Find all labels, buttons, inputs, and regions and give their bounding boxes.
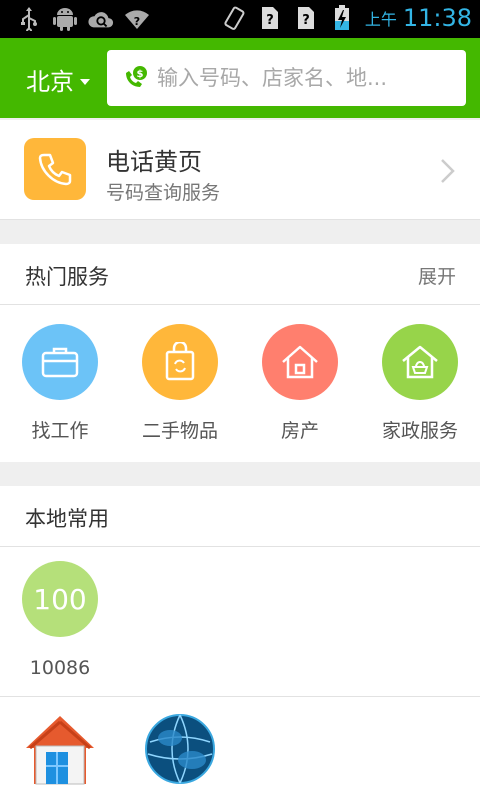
cloud-search-icon xyxy=(88,6,114,32)
chevron-right-icon xyxy=(441,159,455,183)
service-item-secondhand[interactable]: 二手物品 xyxy=(120,324,240,443)
android-icon xyxy=(52,6,78,32)
hot-services-section: 热门服务 展开 找工作 二手物品 房产 家政服务 xyxy=(0,244,480,462)
search-input[interactable] xyxy=(157,66,457,90)
local-common-title: 本地常用 xyxy=(25,507,109,531)
app-header: 北京 $ xyxy=(0,38,480,118)
service-grid: 找工作 二手物品 房产 家政服务 xyxy=(0,305,480,461)
city-label: 北京 xyxy=(26,68,74,96)
vibrate-icon xyxy=(221,5,247,31)
city-selector[interactable]: 北京 xyxy=(26,62,90,97)
globe-app-icon[interactable] xyxy=(144,712,216,786)
number-badge: 100 xyxy=(22,561,98,637)
service-item-jobs[interactable]: 找工作 xyxy=(0,324,120,443)
notification-icons: ? xyxy=(16,6,150,32)
yellow-pages-card[interactable]: 电话黄页 号码查询服务 xyxy=(0,120,480,220)
battery-charging-icon xyxy=(329,5,355,31)
ampm-label: 上午 xyxy=(364,10,397,29)
phone-icon xyxy=(24,138,86,200)
house-app-icon[interactable] xyxy=(24,712,96,786)
service-item-realestate[interactable]: 房产 xyxy=(240,324,360,443)
system-icons: ? ? 上午 11:38 xyxy=(221,4,472,32)
service-label: 二手物品 xyxy=(141,420,218,442)
usb-icon xyxy=(16,6,42,32)
local-item-label: 10086 xyxy=(29,657,91,679)
local-common-section: 本地常用 100 10086 xyxy=(0,486,480,800)
hot-services-title: 热门服务 xyxy=(25,265,109,289)
service-label: 房产 xyxy=(280,420,319,442)
wifi-unknown-icon: ? xyxy=(124,6,150,32)
service-item-housekeeping[interactable]: 家政服务 xyxy=(360,324,480,443)
svg-text:?: ? xyxy=(266,13,274,28)
divider xyxy=(0,696,480,697)
svg-text:?: ? xyxy=(134,15,140,28)
search-box[interactable]: $ xyxy=(107,50,466,106)
home-service-icon xyxy=(382,324,458,400)
service-label: 找工作 xyxy=(31,420,89,442)
svg-text:?: ? xyxy=(302,13,310,28)
service-label: 家政服务 xyxy=(381,420,458,442)
section-header: 热门服务 展开 xyxy=(0,244,480,305)
svg-text:$: $ xyxy=(137,69,144,80)
clock: 11:38 xyxy=(402,4,472,32)
expand-button[interactable]: 展开 xyxy=(418,262,456,289)
yellow-pages-title: 电话黄页 xyxy=(106,148,202,176)
status-bar: ? ? ? 上午 11:38 xyxy=(0,0,480,38)
phone-money-icon: $ xyxy=(126,66,147,87)
section-header: 本地常用 xyxy=(0,486,480,547)
dropdown-caret-icon xyxy=(80,78,90,85)
house-icon xyxy=(262,324,338,400)
sim-unknown-icon: ? xyxy=(293,5,319,31)
shopping-bag-icon xyxy=(142,324,218,400)
yellow-pages-subtitle: 号码查询服务 xyxy=(106,182,221,204)
briefcase-icon xyxy=(22,324,98,400)
sim-unknown-icon: ? xyxy=(257,5,283,31)
local-item-10086[interactable]: 100 10086 xyxy=(0,561,120,679)
